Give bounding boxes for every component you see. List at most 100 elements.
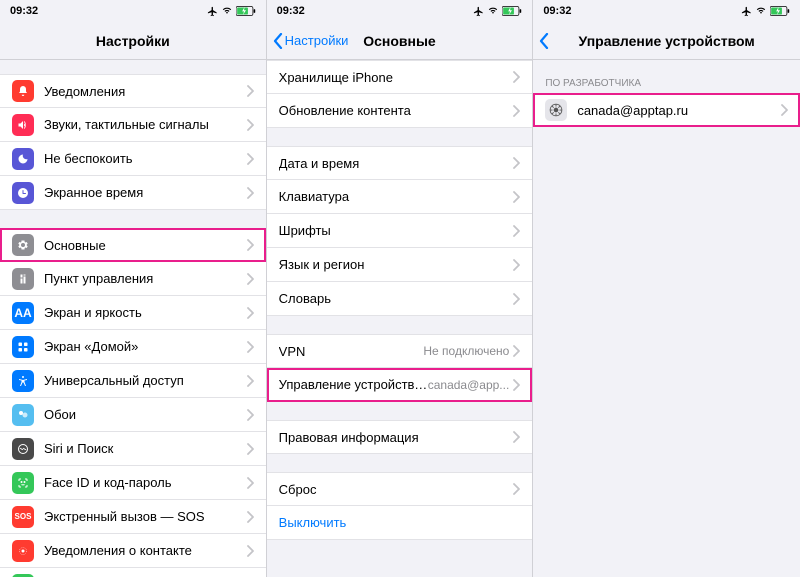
status-time: 09:32 [543,5,571,17]
row-notifications[interactable]: Уведомления [0,74,266,108]
row-label: Экран и яркость [44,305,247,320]
row-sos[interactable]: SOS Экстренный вызов — SOS [0,500,266,534]
chevron-right-icon [513,379,520,391]
row-general[interactable]: Основные [0,228,266,262]
row-reset[interactable]: Сброс [267,472,533,506]
airplane-icon [741,6,752,17]
row-detail: Не подключено [423,344,509,358]
row-label: Экран «Домой» [44,339,247,354]
row-home-screen[interactable]: Экран «Домой» [0,330,266,364]
faceid-icon [12,472,34,494]
row-background-refresh[interactable]: Обновление контента [267,94,533,128]
chevron-left-icon [273,33,283,49]
row-label: Экранное время [44,185,247,200]
row-label: Универсальный доступ [44,373,247,388]
row-language[interactable]: Язык и регион [267,248,533,282]
chevron-right-icon [513,157,520,169]
row-faceid[interactable]: Face ID и код-пароль [0,466,266,500]
sounds-icon [12,114,34,136]
nav-title: Основные [363,33,436,49]
row-legal[interactable]: Правовая информация [267,420,533,454]
battery-icon [236,6,256,16]
row-label: Дата и время [279,156,514,171]
general-list: Хранилище iPhone Обновление контента Дата … [267,60,533,540]
chevron-right-icon [247,273,254,285]
row-dictionary[interactable]: Словарь [267,282,533,316]
back-button[interactable]: Настройки [273,33,349,49]
chevron-right-icon [247,511,254,523]
chevron-right-icon [513,345,520,357]
row-label: Хранилище iPhone [279,70,514,85]
chevron-right-icon [513,191,520,203]
nav-title: Управление устройством [579,33,755,49]
chevron-right-icon [247,409,254,421]
row-label: Основные [44,238,247,253]
chevron-right-icon [247,341,254,353]
screen-general: 09:32 Настройки Основные Хранилище iPhon… [267,0,534,577]
siri-icon [12,438,34,460]
status-time: 09:32 [277,5,305,17]
battery-icon [502,6,522,16]
chevron-right-icon [247,187,254,199]
row-label: Выключить [279,515,521,530]
nav-bar: Настройки [0,22,266,60]
chevron-right-icon [247,477,254,489]
row-label: Siri и Поиск [44,441,247,456]
control-center-icon [12,268,34,290]
row-wallpaper[interactable]: Обои [0,398,266,432]
row-device-mgmt[interactable]: Управление устройствомcanada@app... [267,368,533,402]
row-keyboard[interactable]: Клавиатура [267,180,533,214]
row-label: Звуки, тактильные сигналы [44,117,247,132]
row-profile-canada[interactable]: canada@apptap.ru [533,93,800,127]
row-shutdown[interactable]: Выключить [267,506,533,540]
row-fonts[interactable]: Шрифты [267,214,533,248]
row-label: Клавиатура [279,189,514,204]
chevron-left-icon [539,33,549,49]
dnd-icon [12,148,34,170]
row-label: Уведомления о контакте [44,543,247,558]
row-vpn[interactable]: VPNНе подключено [267,334,533,368]
chevron-right-icon [781,104,788,116]
home-screen-icon [12,336,34,358]
row-siri[interactable]: Siri и Поиск [0,432,266,466]
chevron-right-icon [247,375,254,387]
screentime-icon [12,182,34,204]
row-label: Обои [44,407,247,422]
chevron-right-icon [247,239,254,251]
notifications-icon [12,80,34,102]
display-icon: AA [12,302,34,324]
row-exposure[interactable]: Уведомления о контакте [0,534,266,568]
chevron-right-icon [513,431,520,443]
airplane-icon [207,6,218,17]
chevron-right-icon [247,85,254,97]
row-battery[interactable]: Аккумулятор [0,568,266,577]
row-detail: canada@app... [428,378,510,392]
sos-icon: SOS [12,506,34,528]
nav-title: Настройки [96,33,170,49]
nav-bar: Настройки Основные [267,22,533,60]
status-bar: 09:32 [267,0,533,22]
row-control-center[interactable]: Пункт управления [0,262,266,296]
row-display[interactable]: AA Экран и яркость [0,296,266,330]
screen-device-management: 09:32 Управление устройством ПО РАЗРАБОТ… [533,0,800,577]
chevron-right-icon [247,545,254,557]
row-sounds[interactable]: Звуки, тактильные сигналы [0,108,266,142]
wifi-icon [221,6,233,16]
airplane-icon [473,6,484,17]
row-date-time[interactable]: Дата и время [267,146,533,180]
back-button[interactable] [539,33,551,49]
row-storage[interactable]: Хранилище iPhone [267,60,533,94]
row-dnd[interactable]: Не беспокоить [0,142,266,176]
chevron-right-icon [513,225,520,237]
row-accessibility[interactable]: Универсальный доступ [0,364,266,398]
chevron-right-icon [247,153,254,165]
status-time: 09:32 [10,5,38,17]
status-indicators [741,6,790,17]
row-screentime[interactable]: Экранное время [0,176,266,210]
row-label: Экстренный вызов — SOS [44,509,247,524]
chevron-right-icon [247,443,254,455]
wifi-icon [755,6,767,16]
accessibility-icon [12,370,34,392]
chevron-right-icon [513,483,520,495]
row-label: Уведомления [44,84,247,99]
